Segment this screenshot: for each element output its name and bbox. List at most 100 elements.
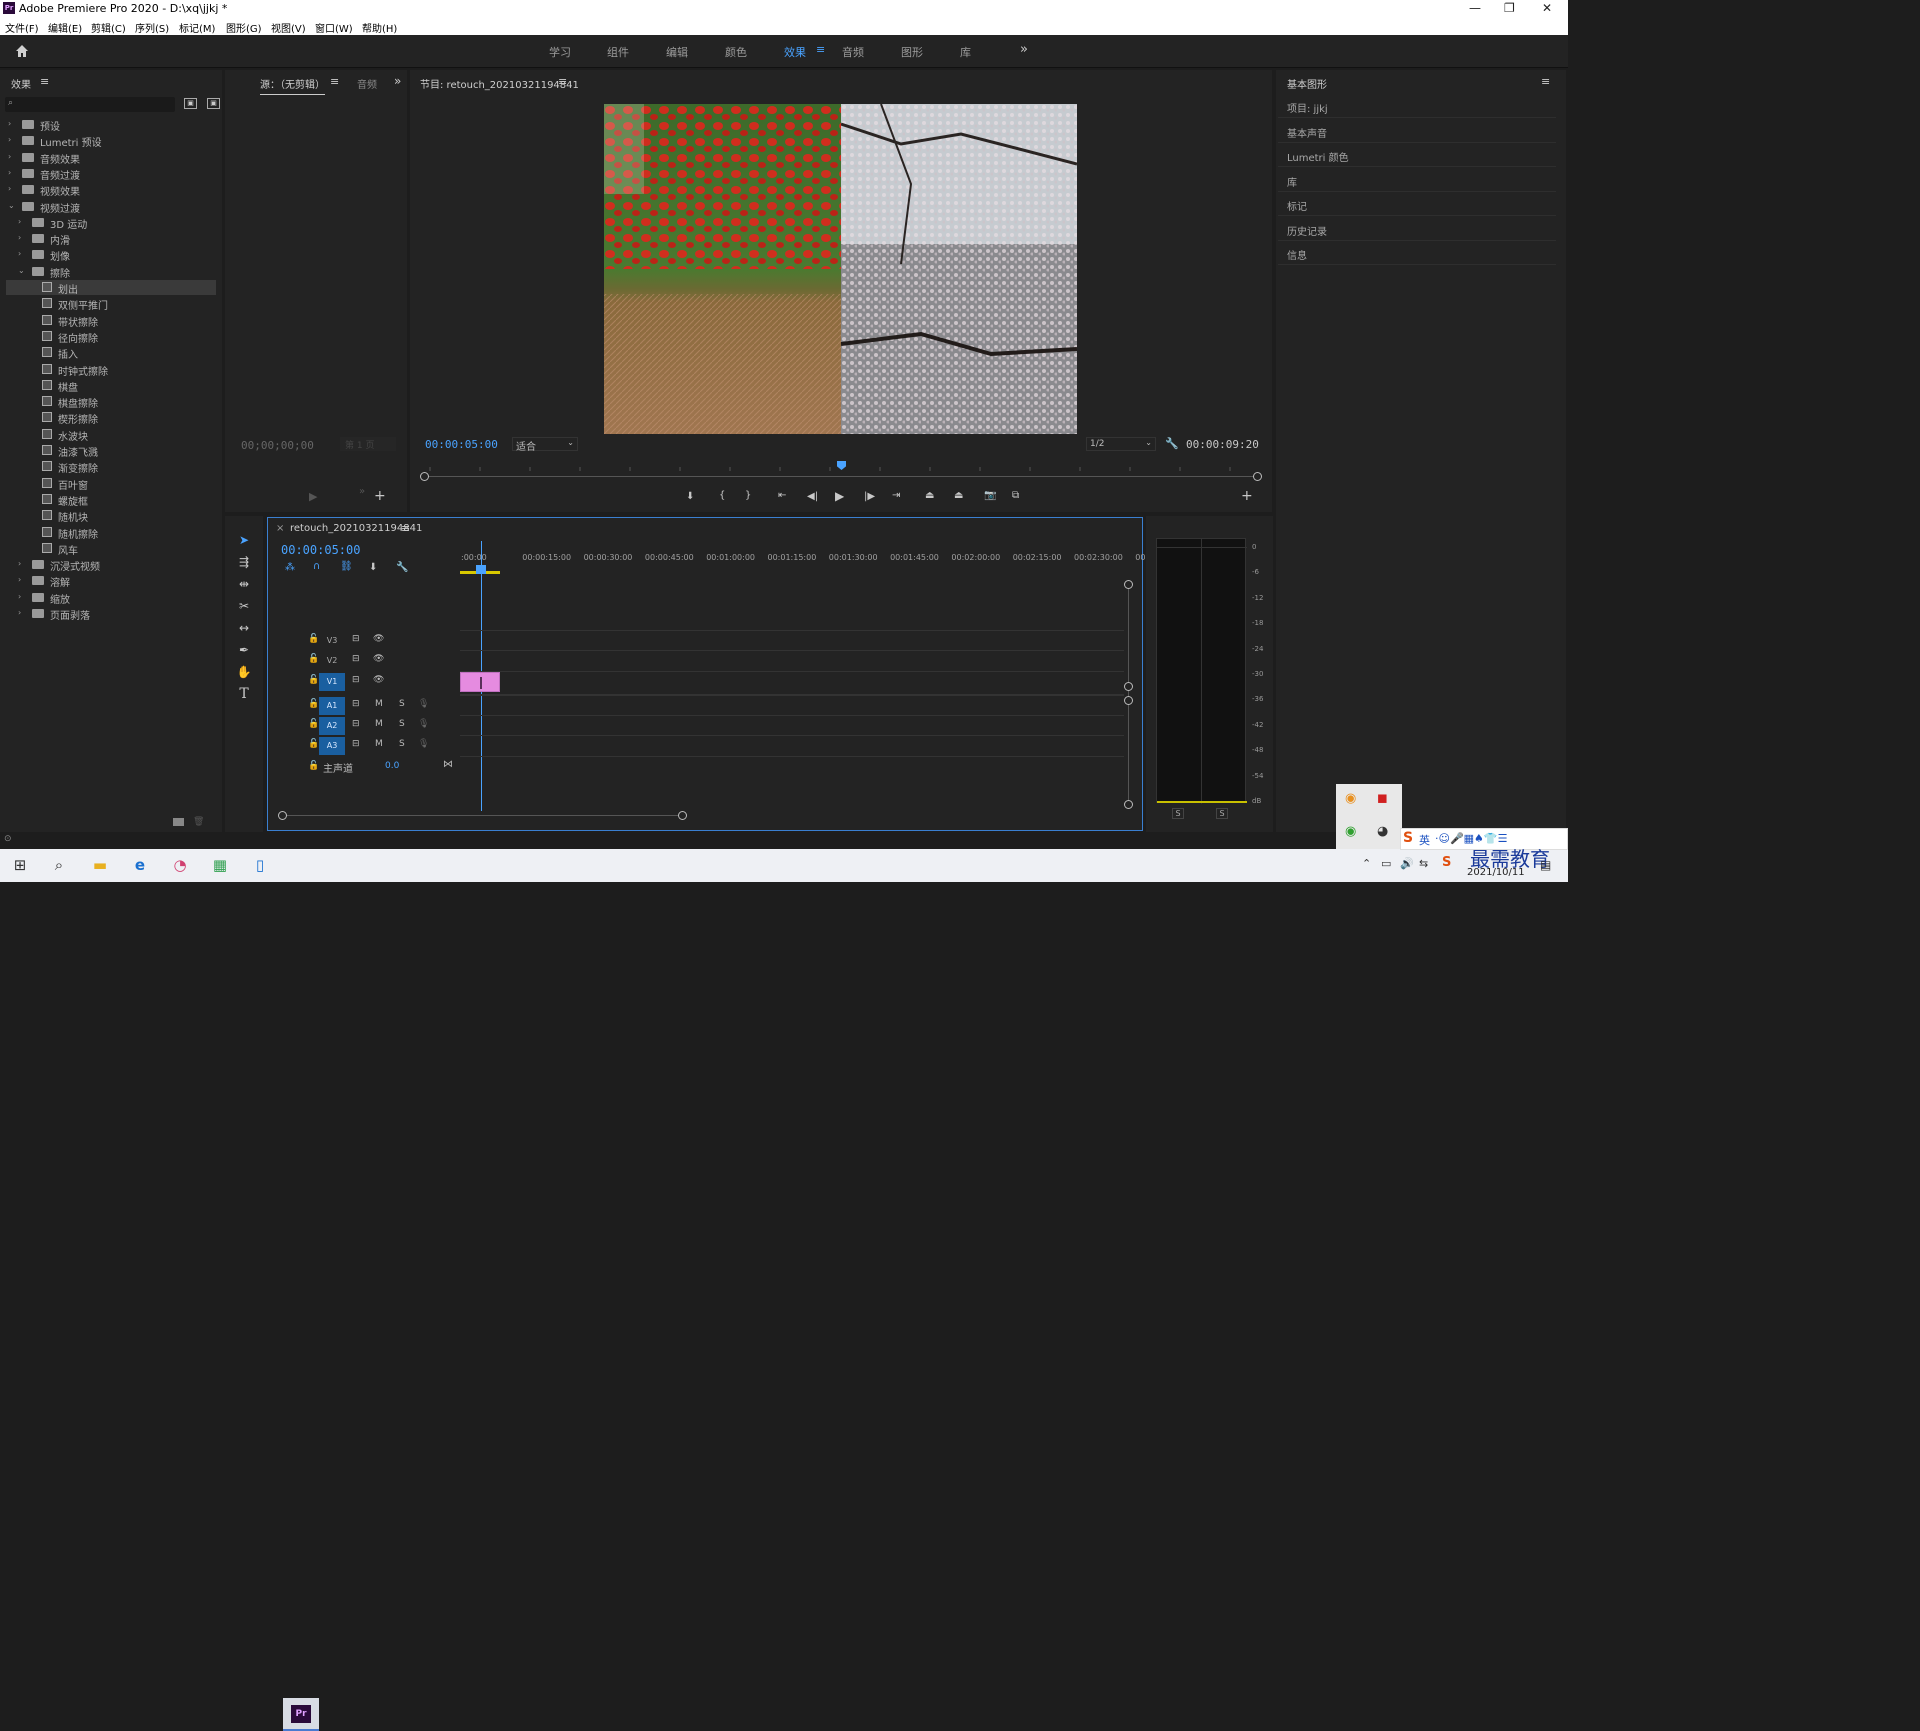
eye-icon[interactable]: 👁 [373, 654, 384, 664]
workspace-more-icon[interactable]: » [1020, 42, 1028, 57]
maximize-button[interactable]: ❐ [1504, 1, 1515, 15]
workspace-menu-icon[interactable]: ≡ [816, 43, 825, 56]
effect-folder[interactable]: › 预设 [6, 117, 216, 133]
meter-solo-left-button[interactable]: S [1172, 808, 1184, 819]
program-title[interactable]: 节目: retouch_20210321194841 [420, 76, 579, 91]
play-icon[interactable]: ▶ [835, 489, 844, 503]
track-lock-icon[interactable]: 🔓 [308, 634, 319, 644]
tray-app-icon-4[interactable]: ◕ [1377, 824, 1388, 839]
source-page-field[interactable]: 第 1 页 [340, 437, 396, 451]
go-to-in-icon[interactable]: ⇤ [778, 490, 786, 501]
sync-lock-icon[interactable]: ⊟ [352, 654, 360, 664]
32bit-effects-icon[interactable]: ▣ [207, 98, 220, 109]
track-lock-icon[interactable]: 🔓 [308, 699, 319, 709]
workspace-tab-graphics[interactable]: 图形 [901, 44, 923, 60]
wrench-icon[interactable]: 🔧 [1165, 437, 1179, 450]
mark-out-icon[interactable]: } [745, 490, 751, 501]
effect-item[interactable]: 径向擦除 [6, 329, 216, 345]
menu-sequence[interactable]: 序列(S) [135, 20, 169, 35]
step-back-icon[interactable]: ◀| [807, 491, 818, 502]
audio-clip-mixer-tab[interactable]: 音频 [357, 76, 377, 91]
eye-icon[interactable]: 👁 [373, 634, 384, 644]
master-volume-value[interactable]: 0.0 [385, 761, 399, 771]
linked-selection-icon[interactable]: ⛓ [340, 561, 353, 572]
solo-button[interactable]: S [399, 719, 405, 729]
chevron-right-icon[interactable]: › [18, 559, 21, 568]
menu-window[interactable]: 窗口(W) [315, 20, 353, 35]
effect-item[interactable]: 双侧平推门 [6, 296, 216, 312]
type-tool-icon[interactable]: T [234, 685, 254, 703]
track-target-toggle[interactable]: V3 [319, 632, 345, 650]
chevron-right-icon[interactable]: › [8, 152, 11, 161]
add-marker-icon[interactable]: ⬇ [686, 491, 694, 502]
menu-edit[interactable]: 编辑(E) [48, 20, 82, 35]
video-clip-v1[interactable] [460, 672, 500, 692]
app-icon-2[interactable]: ▦ [205, 852, 235, 878]
track-lock-icon[interactable]: 🔓 [308, 719, 319, 729]
timeline-vertical-scrollbar[interactable] [1124, 578, 1134, 809]
microphone-icon[interactable]: 🎙 [418, 699, 429, 709]
chevron-right-icon[interactable]: › [8, 119, 11, 128]
timeline-settings-wrench-icon[interactable]: 🔧 [396, 562, 408, 573]
right-panel-item[interactable]: 项目: jjkj [1278, 94, 1556, 118]
effect-folder[interactable]: › 溶解 [6, 573, 216, 589]
sogou-tray-icon[interactable]: S [1442, 855, 1451, 870]
comparison-view-icon[interactable]: ⧉ [1012, 490, 1019, 501]
mute-button[interactable]: M [375, 719, 383, 729]
sync-lock-icon[interactable]: ⊟ [352, 634, 360, 644]
close-button[interactable]: ✕ [1542, 1, 1552, 15]
new-bin-icon[interactable] [173, 818, 184, 826]
effect-folder[interactable]: ⌄ 擦除 [6, 264, 216, 280]
effect-item[interactable]: 随机擦除 [6, 525, 216, 541]
effect-item[interactable]: 随机块 [6, 508, 216, 524]
sync-lock-icon[interactable]: ⊟ [352, 675, 360, 685]
tray-app-icon-1[interactable]: ◉ [1345, 791, 1356, 806]
effect-folder[interactable]: › 划像 [6, 247, 216, 263]
tray-chevron-up-icon[interactable]: ⌃ [1362, 857, 1371, 870]
program-menu-icon[interactable]: ≡ [558, 75, 567, 88]
ime-language[interactable]: 英 [1419, 832, 1430, 848]
volume-icon[interactable]: 🔊 [1400, 857, 1414, 870]
program-zoom-scrollbar[interactable] [420, 472, 1262, 482]
chevron-down-icon[interactable]: ⌄ [8, 201, 15, 210]
effects-panel-title[interactable]: 效果 [11, 76, 31, 91]
effect-item[interactable]: 风车 [6, 541, 216, 557]
effect-folder[interactable]: › 缩放 [6, 590, 216, 606]
home-icon[interactable] [14, 43, 30, 59]
panel-overflow-icon[interactable]: » [394, 74, 401, 88]
timeline-horizontal-scrollbar[interactable] [278, 811, 688, 821]
source-add-button-icon[interactable]: + [374, 488, 386, 504]
right-panel-item[interactable]: 信息 [1278, 241, 1556, 265]
effect-item[interactable]: 百叶窗 [6, 476, 216, 492]
ripple-edit-tool-icon[interactable]: ⇹ [234, 575, 254, 593]
menu-clip[interactable]: 剪辑(C) [91, 20, 126, 35]
effect-item[interactable]: 棋盘 [6, 378, 216, 394]
chevron-down-icon[interactable]: ⌄ [18, 266, 25, 275]
mark-in-icon[interactable]: { [719, 490, 725, 501]
network-icon[interactable]: ▭ [1381, 857, 1391, 870]
right-panel-item[interactable]: 历史记录 [1278, 217, 1556, 241]
selection-tool-icon[interactable]: ➤ [234, 531, 254, 549]
source-play-icon[interactable]: ▶ [309, 490, 317, 503]
menu-help[interactable]: 帮助(H) [362, 20, 397, 35]
track-lock-icon[interactable]: 🔓 [308, 739, 319, 749]
eye-icon[interactable]: 👁 [373, 675, 384, 685]
right-panel-item[interactable]: 标记 [1278, 192, 1556, 216]
export-frame-icon[interactable]: 📷 [984, 490, 996, 501]
right-panel-item[interactable]: 库 [1278, 168, 1556, 192]
go-to-out-icon[interactable]: ⇥ [892, 490, 900, 501]
tray-app-icon-3[interactable]: ◉ [1345, 824, 1356, 839]
right-panel-menu-icon[interactable]: ≡ [1541, 75, 1550, 88]
mute-button[interactable]: M [375, 739, 383, 749]
sync-lock-icon[interactable]: ⊟ [352, 739, 360, 749]
chevron-right-icon[interactable]: › [18, 217, 21, 226]
chevron-right-icon[interactable]: › [8, 168, 11, 177]
ime-mode-icon[interactable]: ⇆ [1419, 857, 1428, 870]
source-more-icon[interactable]: » [359, 486, 365, 497]
tray-app-icon-2[interactable]: ◼ [1377, 791, 1388, 806]
close-sequence-icon[interactable]: × [276, 523, 284, 534]
fit-zoom-dropdown[interactable]: 适合 ⌄ [512, 437, 578, 453]
menu-file[interactable]: 文件(F) [5, 20, 39, 35]
solo-button[interactable]: S [399, 699, 405, 709]
workspace-tab-color[interactable]: 颜色 [725, 44, 747, 60]
